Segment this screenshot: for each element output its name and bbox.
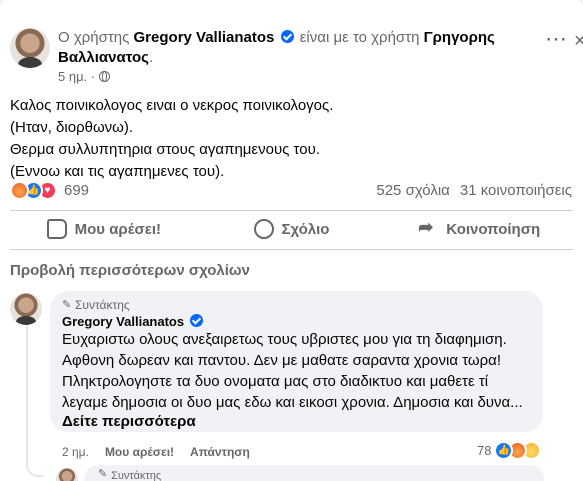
- post-card: Ο χρήστης Gregory Vallianatos είναι με τ…: [0, 0, 583, 481]
- comment-author-name[interactable]: Gregory Vallianatos: [62, 314, 184, 329]
- header-prefix: Ο χρήστης: [58, 29, 130, 46]
- post-header: Ο χρήστης Gregory Vallianatos είναι με τ…: [58, 28, 528, 68]
- view-more-comments-link[interactable]: Προβολή περισσότερων σχολίων: [10, 262, 250, 279]
- comment-actions: 2 ημ. Μου αρέσει! Απάντηση: [62, 445, 250, 459]
- post-line: Θερμα συλλυπητηρια στους αγαπημενους του…: [10, 141, 320, 158]
- reactions-summary[interactable]: 👍 ♥ 699: [10, 181, 89, 200]
- post-line: Καλος ποινικολογος ειναι ο νεκρος ποινικ…: [10, 97, 334, 114]
- comments-count-link[interactable]: 525 σχόλια: [376, 182, 449, 199]
- comment-line: Αφθονη δωρεαν και παντου. Δεν με μαθατε …: [62, 352, 501, 369]
- post-line: (Ηταν, διορθωνω).: [10, 119, 134, 136]
- comment-line: λεγαμε δημοσια οι δυο μας εδω και εικοσι…: [62, 394, 523, 411]
- post-stats: 525 σχόλια 31 κοινοποιήσεις: [376, 182, 572, 199]
- header-mid: είναι με το χρήστη: [299, 29, 420, 46]
- comment-author[interactable]: Gregory Vallianatos: [62, 314, 531, 329]
- share-arrow-icon: [418, 217, 438, 239]
- more-options-icon[interactable]: ⋯: [541, 28, 571, 60]
- reply-author-tag: Συντάκτης: [111, 470, 162, 481]
- commenter-avatar[interactable]: [10, 293, 42, 325]
- author-tag: Συντάκτης: [62, 298, 531, 312]
- post-line: (Εννοω και τις αγαπημενες του).: [10, 163, 225, 180]
- like-label: Μου αρέσει!: [74, 220, 162, 238]
- pen-icon: [62, 298, 72, 311]
- thumbs-up-icon: [46, 219, 67, 239]
- thread-line: [26, 325, 44, 477]
- comment-bubble: Συντάκτης Gregory Vallianatos Ευχαριστω …: [50, 291, 543, 432]
- reply-avatar[interactable]: [56, 468, 78, 481]
- shares-count-link[interactable]: 31 κοινοποιήσεις: [460, 182, 572, 199]
- post-time-link[interactable]: 5 ημ. ·: [58, 69, 95, 84]
- comment-like-button[interactable]: Μου αρέσει!: [105, 445, 174, 459]
- reaction-count: 699: [64, 182, 90, 199]
- close-icon[interactable]: ×: [574, 30, 583, 53]
- comment-bubble-icon: [253, 219, 274, 239]
- reply-bubble: Συντάκτης: [84, 465, 544, 481]
- comment-line: Ευχαριστω ολους ανεξαιρετως τους υβριστε…: [62, 331, 507, 348]
- post-actions: Μου αρέσει! Σχόλιο Κοινοποίηση: [10, 211, 573, 247]
- verified-badge-icon: [189, 314, 203, 327]
- comment-reply-button[interactable]: Απάντηση: [190, 445, 250, 459]
- angry-reaction-icon: [10, 181, 29, 200]
- comment-button[interactable]: Σχόλιο: [198, 211, 386, 247]
- header-suffix: .: [148, 49, 154, 66]
- author-name-link[interactable]: Gregory Vallianatos: [134, 29, 275, 46]
- comment-label: Σχόλιο: [281, 220, 330, 238]
- pen-icon: [98, 467, 108, 480]
- author-avatar[interactable]: [10, 28, 50, 68]
- see-more-link[interactable]: Δείτε περισσότερα: [62, 413, 531, 430]
- share-button[interactable]: Κοινοποίηση: [385, 211, 573, 247]
- post-text: Καλος ποινικολογος ειναι ο νεκρος ποινικ…: [10, 95, 570, 183]
- author-tag-label: Συντάκτης: [75, 298, 130, 312]
- divider: [10, 249, 573, 250]
- comment-reaction-count: 78: [477, 443, 492, 458]
- verified-badge-icon: [280, 30, 294, 43]
- share-label: Κοινοποίηση: [446, 220, 541, 238]
- globe-icon: [99, 71, 111, 82]
- post-meta: 5 ημ. ·: [58, 69, 111, 84]
- like-button[interactable]: Μου αρέσει!: [10, 211, 198, 247]
- comment-line: Πληκτρολογηστε τα δυο ονοματα μας στο δι…: [62, 373, 489, 390]
- comment-reactions[interactable]: 78 👍: [473, 439, 542, 462]
- comment-time-link[interactable]: 2 ημ.: [62, 445, 89, 459]
